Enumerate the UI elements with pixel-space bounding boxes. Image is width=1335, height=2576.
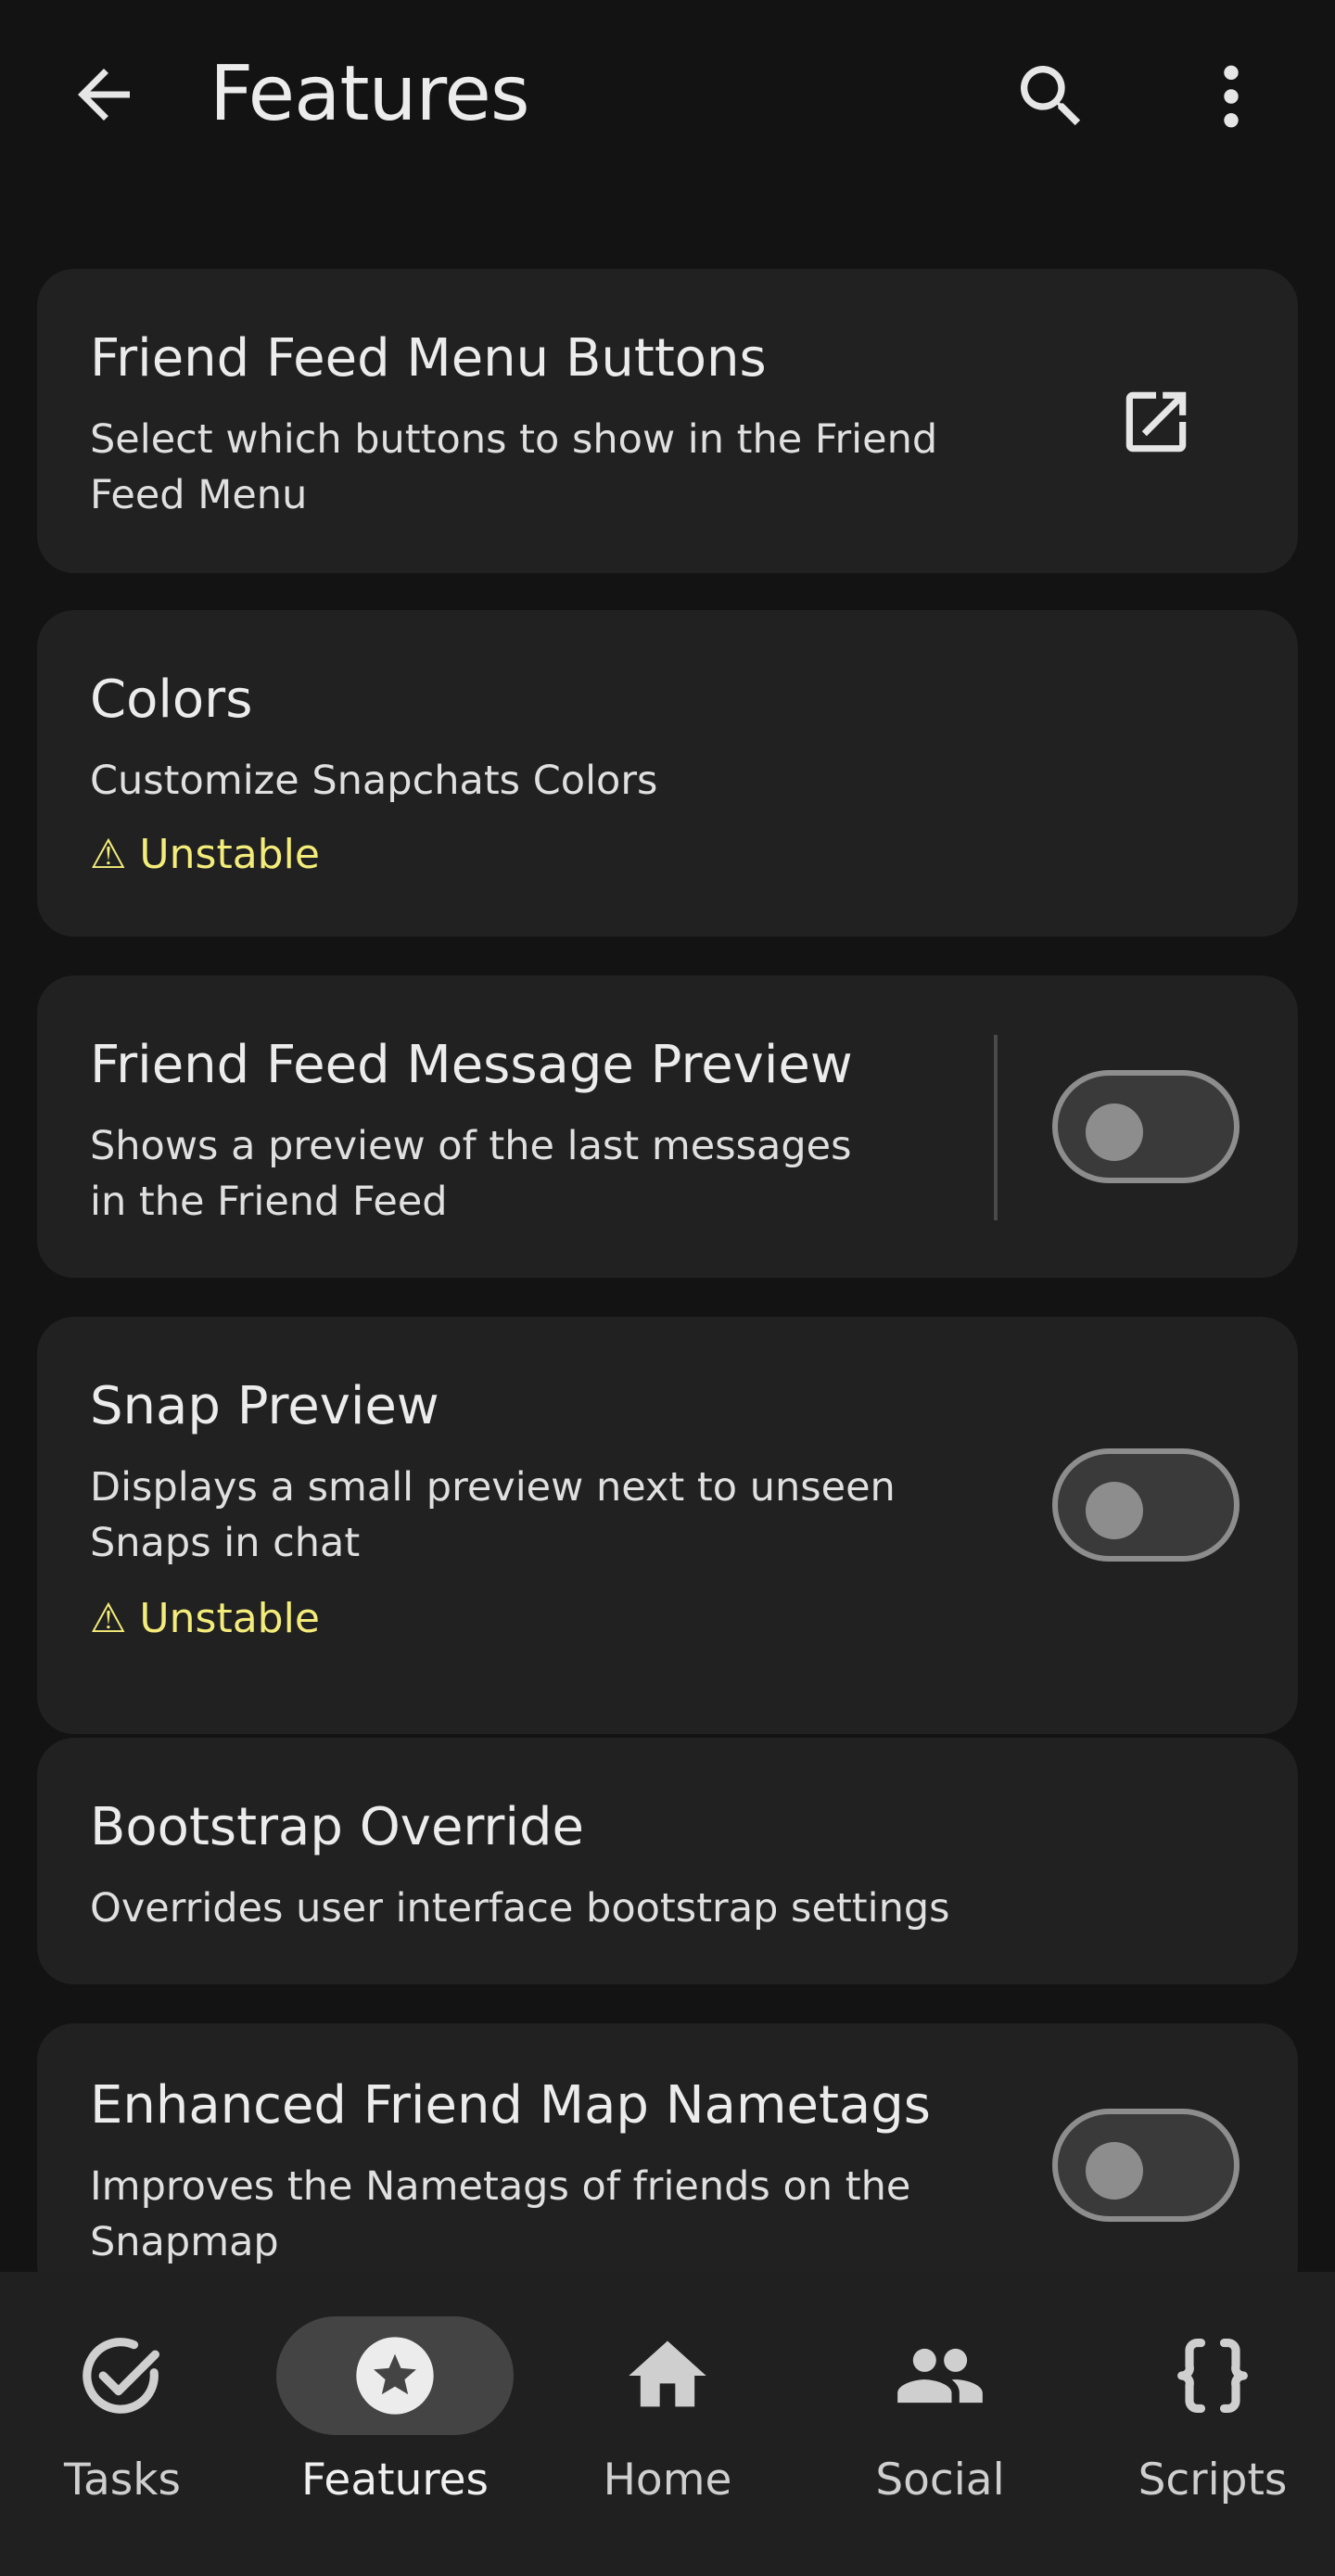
toggle-knob	[1086, 1482, 1143, 1539]
bottom-navigation-bar: Tasks Features Home Social Scripts	[0, 2272, 1335, 2576]
feature-card-snap-preview[interactable]: Snap Preview Displays a small preview ne…	[37, 1317, 1298, 1734]
feature-description-line: Snaps in chat	[90, 1520, 361, 1566]
nav-label: Tasks	[64, 2455, 181, 2506]
nav-label: Features	[300, 2455, 490, 2506]
nav-item-tasks[interactable]: Tasks	[4, 2272, 245, 2576]
search-icon[interactable]	[1011, 56, 1092, 137]
unstable-warning: ⚠ Unstable	[90, 831, 320, 878]
feature-description-line: in the Friend Feed	[90, 1179, 448, 1225]
feature-title: Bootstrap Override	[90, 1797, 585, 1857]
feature-title: Snap Preview	[90, 1376, 439, 1436]
feature-description-line: Feed Menu	[90, 472, 308, 518]
feature-card-bootstrap-override[interactable]: Bootstrap Override Overrides user interf…	[37, 1738, 1298, 1984]
nav-label: Social	[875, 2455, 1005, 2506]
feature-card-friend-feed-menu-buttons[interactable]: Friend Feed Menu Buttons Select which bu…	[37, 269, 1298, 573]
feature-description-line: Snapmap	[90, 2219, 279, 2265]
feature-description-line: Customize Snapchats Colors	[90, 758, 658, 804]
braces-icon	[1166, 2329, 1259, 2422]
feature-toggle[interactable]	[1052, 1448, 1240, 1562]
arrow-back-icon[interactable]	[65, 56, 143, 134]
feature-title: Enhanced Friend Map Nametags	[90, 2075, 931, 2136]
nav-item-social[interactable]: Social	[821, 2272, 1062, 2576]
unstable-warning: ⚠ Unstable	[90, 1595, 320, 1642]
toggle-knob	[1086, 1103, 1143, 1161]
feature-card-enhanced-friend-map-nametags[interactable]: Enhanced Friend Map Nametags Improves th…	[37, 2023, 1298, 2302]
feature-description-line: Overrides user interface bootstrap setti…	[90, 1885, 950, 1932]
top-app-bar: Features	[0, 0, 1335, 195]
page-title: Features	[210, 50, 530, 138]
feature-title: Friend Feed Menu Buttons	[90, 328, 767, 389]
people-icon	[894, 2329, 986, 2422]
toggle-knob	[1086, 2142, 1143, 2200]
feature-title: Friend Feed Message Preview	[90, 1035, 853, 1095]
feature-description-line: Improves the Nametags of friends on the	[90, 2163, 911, 2210]
feature-card-friend-feed-message-preview[interactable]: Friend Feed Message Preview Shows a prev…	[37, 976, 1298, 1278]
feature-toggle[interactable]	[1052, 2109, 1240, 2222]
nav-item-scripts[interactable]: Scripts	[1094, 2272, 1335, 2576]
nav-item-home[interactable]: Home	[549, 2272, 790, 2576]
open-in-new-icon[interactable]	[1116, 382, 1196, 462]
divider	[994, 1035, 998, 1220]
feature-description-line: Select which buttons to show in the Frie…	[90, 416, 938, 463]
feature-description-line: Shows a preview of the last messages	[90, 1123, 852, 1169]
task-check-icon	[76, 2329, 169, 2422]
feature-description-line: Displays a small preview next to unseen	[90, 1464, 896, 1511]
feature-toggle[interactable]	[1052, 1070, 1240, 1183]
feature-title: Colors	[90, 670, 253, 730]
star-icon	[349, 2329, 441, 2422]
nav-label: Home	[603, 2455, 732, 2506]
nav-label: Scripts	[1138, 2455, 1288, 2506]
more-vert-icon[interactable]	[1196, 56, 1266, 137]
feature-card-colors[interactable]: Colors Customize Snapchats Colors ⚠ Unst…	[37, 610, 1298, 937]
home-icon	[621, 2329, 714, 2422]
nav-item-features[interactable]: Features	[276, 2272, 517, 2576]
